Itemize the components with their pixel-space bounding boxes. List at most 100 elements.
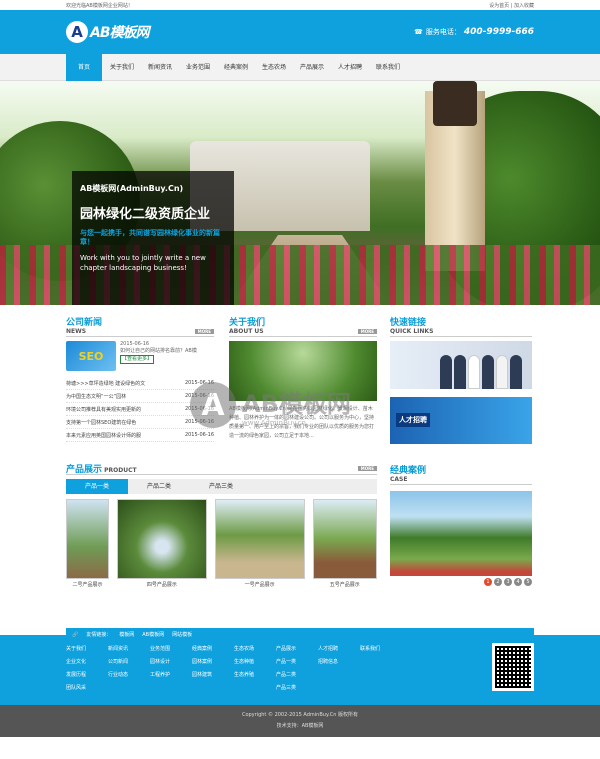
product-card[interactable]: 一号产品展示	[214, 499, 305, 588]
footer-col-products: 产品展示 产品一类 产品二类 产品三类	[276, 643, 318, 695]
qr-code-icon	[495, 646, 531, 688]
banner-caption: AB模板网(AdminBuy.Cn) 园林绿化二级资质企业 与您一起携手，共同谱…	[72, 171, 234, 305]
cases-section: 经典案例 CASE 1 2 3 4 5	[390, 463, 532, 586]
hotline: ☎ 服务电话： 400-9999-666	[414, 27, 534, 37]
nav-item-jobs[interactable]: 人才招聘	[332, 54, 368, 81]
news-more-button[interactable]: MORE	[194, 329, 214, 334]
product-carousel: 二号产品展示 四号产品展示 一号产品展示 五号产品展示	[66, 499, 377, 588]
featured-date: 2015-06-16	[120, 341, 150, 347]
news-featured[interactable]: SEO 2015-06-16 如何让自己的网站排名靠前？AB模 【查看更多】	[66, 341, 214, 371]
pager-dot[interactable]: 1	[484, 578, 492, 586]
products-more-button[interactable]: MORE	[357, 466, 377, 471]
footer-link[interactable]: 产品三类	[276, 682, 318, 695]
footer-link[interactable]: 生态养殖	[234, 669, 276, 682]
banner-en-slogan: Work with you to jointly write a new cha…	[80, 254, 206, 272]
product-tabs: 产品一类 产品二类 产品三类	[66, 479, 377, 494]
watermark-mark: A	[190, 382, 236, 428]
product-card[interactable]: 五号产品展示	[312, 499, 377, 588]
banner-lamp	[433, 81, 477, 126]
copyright-text: Copyright © 2002-2015 AdminBuy.Cn 版权所有	[241, 712, 359, 718]
footer-link[interactable]: 人才招聘	[318, 643, 360, 656]
top-links[interactable]: 设为首页 | 加入收藏	[489, 2, 534, 9]
news-item-title: 支持第一个园林SEO建筑在绿色	[66, 419, 137, 426]
footer-link[interactable]: 企业文化	[66, 656, 108, 669]
footer-link[interactable]: 行业动态	[108, 669, 150, 682]
nav-item-products[interactable]: 产品展示	[294, 54, 330, 81]
footer-col-contact: 联系我们	[360, 643, 402, 695]
nav-item-farm[interactable]: 生态农场	[256, 54, 292, 81]
products-sub: PRODUCT	[104, 467, 137, 474]
footer-link[interactable]: 公司新闻	[108, 656, 150, 669]
main-nav: 首页 关于我们 新闻资讯 业务范围 经典案例 生态农场 产品展示 人才招聘 联系…	[0, 54, 600, 81]
welcome-text: 欢迎光临AB模板网企业网站！	[66, 2, 133, 9]
footer-link[interactable]: 产品一类	[276, 656, 318, 669]
cases-sub: CASE	[390, 476, 408, 483]
footer-link[interactable]: 招聘信息	[318, 656, 360, 669]
nav-item-home[interactable]: 首页	[66, 54, 102, 81]
qr-code	[492, 643, 534, 691]
footer-link[interactable]: 业务范围	[150, 643, 192, 656]
banner-cn-slogan: 与您一起携手，共同谱写园林绿化事业的新篇章！	[80, 229, 220, 246]
about-more-button[interactable]: MORE	[357, 329, 377, 334]
products-title: 产品展示	[66, 465, 103, 475]
pager-dot[interactable]: 3	[504, 578, 512, 586]
footer-link[interactable]: 生态农场	[234, 643, 276, 656]
footer-col-about: 关于我们 企业文化 发展历程 团队风采	[66, 643, 108, 695]
footer-link[interactable]: 关于我们	[66, 643, 108, 656]
quick-sub: QUICK LINKS	[390, 328, 434, 335]
about-title: 关于我们	[229, 318, 266, 328]
product-card[interactable]: 二号产品展示	[66, 499, 109, 588]
product-label: 二号产品展示	[72, 582, 103, 588]
footer-link[interactable]: 发展历程	[66, 669, 108, 682]
nav-item-business[interactable]: 业务范围	[180, 54, 216, 81]
banner-headline: 园林绿化二级资质企业	[80, 207, 211, 222]
case-image[interactable]	[390, 491, 532, 576]
site-logo[interactable]: A AB模板网	[66, 21, 150, 43]
footer-col-farm: 生态农场 生态种植 生态养殖	[234, 643, 276, 695]
tab-product-2[interactable]: 产品二类	[128, 479, 190, 494]
news-item-title: 环境公司推荐具有美观实用更新的	[66, 406, 142, 413]
about-sub: ABOUT US	[229, 328, 264, 335]
news-item-title: 本来元素应用英国园林设计师的服	[66, 432, 142, 439]
product-card[interactable]: 四号产品展示	[116, 499, 207, 588]
featured-title[interactable]: 如何让自己的网站排名靠前？AB模	[120, 348, 197, 355]
footer-link[interactable]: 团队风采	[66, 682, 108, 695]
news-title: 公司新闻	[66, 318, 103, 328]
footer-col-business: 业务范围 园林设计 工程养护	[150, 643, 192, 695]
top-bar: 欢迎光临AB模板网企业网站！ 设为首页 | 加入收藏	[0, 0, 600, 10]
cases-title: 经典案例	[390, 466, 427, 476]
footer-link[interactable]: 园林建筑	[192, 669, 234, 682]
footer-link[interactable]: 园林案例	[192, 656, 234, 669]
seo-thumbnail: SEO	[66, 341, 116, 371]
support-text[interactable]: 技术支持：AB模板网	[0, 721, 600, 732]
watermark: A AB模板网 www.AdminBuy.cn	[190, 370, 440, 440]
footer-link[interactable]: 产品二类	[276, 669, 318, 682]
nav-item-contact[interactable]: 联系我们	[370, 54, 406, 81]
pager-dot[interactable]: 2	[494, 578, 502, 586]
nav-item-about[interactable]: 关于我们	[104, 54, 140, 81]
featured-more-link[interactable]: 【查看更多】	[120, 355, 155, 364]
footer-link[interactable]: 工程养护	[150, 669, 192, 682]
watermark-url: www.AdminBuy.cn	[242, 418, 306, 427]
footer-link[interactable]: 新闻资讯	[108, 643, 150, 656]
tab-product-1[interactable]: 产品一类	[66, 479, 128, 494]
logo-text: AB模板网	[90, 25, 150, 41]
footer-link[interactable]: 生态种植	[234, 656, 276, 669]
tab-product-3[interactable]: 产品三类	[190, 479, 252, 494]
pager-dot[interactable]: 5	[524, 578, 532, 586]
footer-link[interactable]: 经典案例	[192, 643, 234, 656]
footer-link[interactable]: 产品展示	[276, 643, 318, 656]
footer-link[interactable]: 联系我们	[360, 643, 402, 656]
footer-link[interactable]: 园林设计	[150, 656, 192, 669]
quick-title: 快速链接	[390, 318, 427, 328]
footer-col-cases: 经典案例 园林案例 园林建筑	[192, 643, 234, 695]
footer: 关于我们 企业文化 发展历程 团队风采 新闻资讯 公司新闻 行业动态 业务范围 园林设计 工程…	[0, 635, 600, 705]
main-content: 公司新闻 NEWS MORE SEO 2015-06-16 如何让自己的网站排名靠…	[0, 305, 600, 641]
pager-dot[interactable]: 4	[514, 578, 522, 586]
copyright-bar: Copyright © 2002-2015 AdminBuy.Cn 版权所有 技…	[0, 705, 600, 737]
hero-banner[interactable]: AB模板网(AdminBuy.Cn) 园林绿化二级资质企业 与您一起携手，共同谱…	[0, 81, 600, 305]
banner-site: AB模板网(AdminBuy.Cn)	[80, 184, 184, 193]
product-label: 四号产品展示	[146, 582, 177, 588]
nav-item-cases[interactable]: 经典案例	[218, 54, 254, 81]
nav-item-news[interactable]: 新闻资讯	[142, 54, 178, 81]
